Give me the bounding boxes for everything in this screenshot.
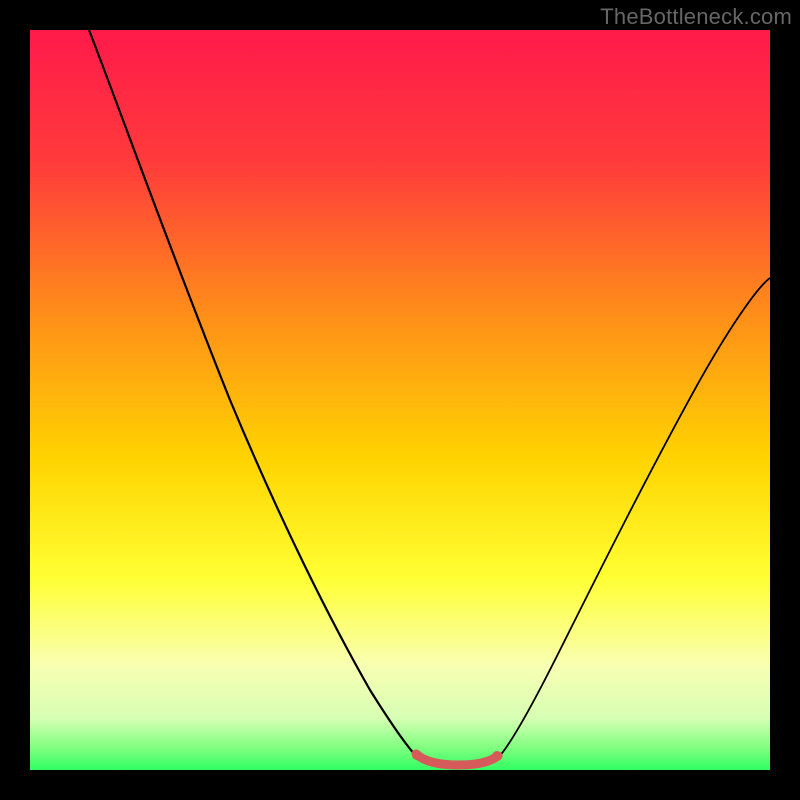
right-curve	[498, 278, 770, 758]
highlight-end-dot	[492, 751, 502, 761]
chart-container: TheBottleneck.com	[0, 0, 800, 800]
highlight-start-dot	[412, 750, 422, 760]
left-curve	[89, 30, 418, 758]
curve-layer	[30, 30, 770, 770]
watermark-text: TheBottleneck.com	[600, 4, 792, 30]
bottom-highlight-segment	[416, 754, 498, 765]
plot-area	[30, 30, 770, 770]
